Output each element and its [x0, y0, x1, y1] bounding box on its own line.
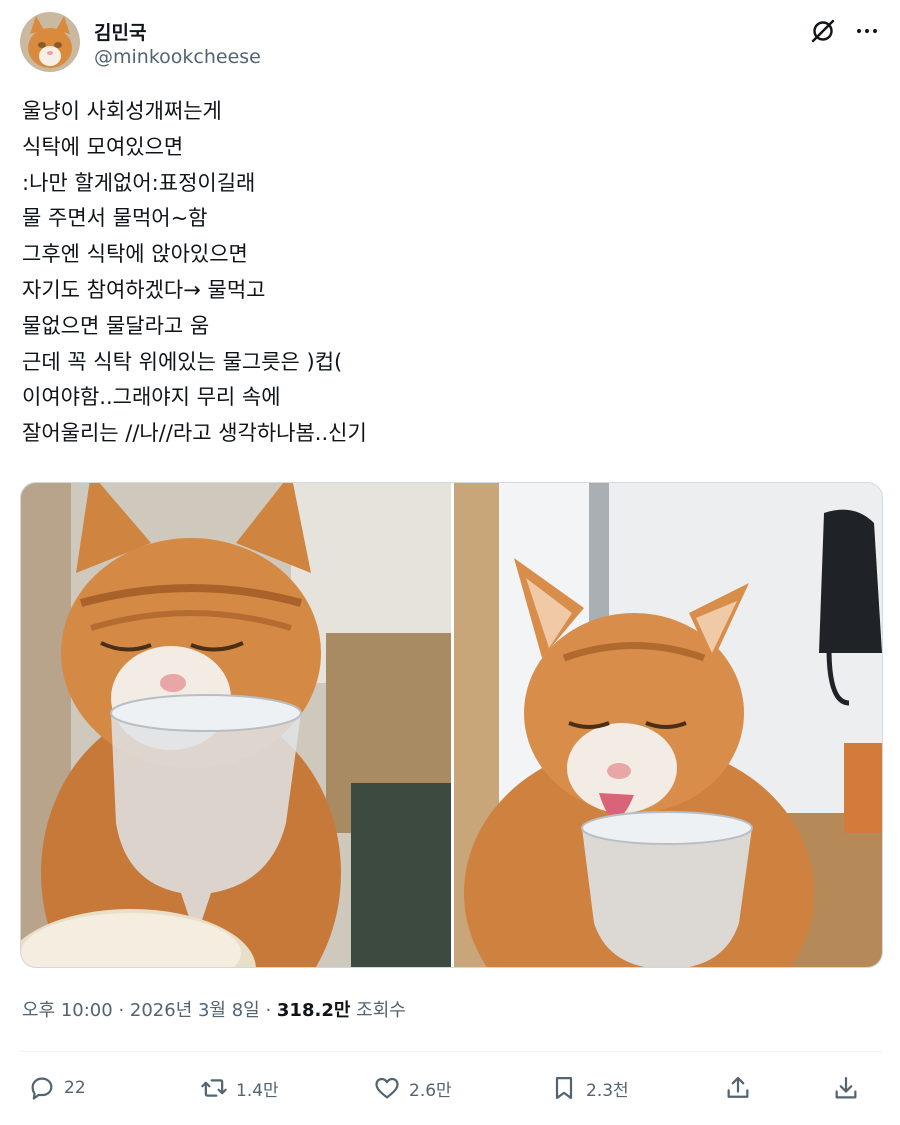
tweet-header: 김민국 @minkookcheese: [20, 10, 882, 74]
tweet-line: 울냥이 사회성개쩌는게: [22, 99, 222, 123]
bookmark-button[interactable]: 2.3천: [550, 1066, 629, 1110]
cat-avatar-icon: [20, 12, 80, 72]
meta-separator: ·: [112, 1000, 130, 1021]
share-button[interactable]: [724, 1066, 752, 1110]
meta-separator: ·: [259, 1000, 277, 1021]
tweet-date[interactable]: 2026년 3월 8일: [130, 1000, 260, 1021]
tweet-line: 근데 꼭 식탁 위에있는 물그릇은 )컵(: [22, 349, 343, 374]
tweet-line: 그후엔 식탁에 앉아있으면: [22, 242, 248, 267]
grok-button[interactable]: [808, 16, 838, 46]
download-icon: [835, 1076, 857, 1099]
tweet-line: :나만 할게없어:표정이길래: [22, 170, 256, 195]
cat-photo-image: [21, 483, 451, 967]
like-button[interactable]: 2.6만: [373, 1066, 452, 1110]
like-count: 2.6만: [409, 1080, 452, 1101]
avatar[interactable]: [20, 12, 80, 72]
cat-photo-image: [454, 483, 882, 967]
bookmark-count: 2.3천: [586, 1080, 629, 1101]
media-grid: [20, 482, 883, 968]
tweet-meta: 오후 10:00 · 2026년 3월 8일 · 318.2만 조회수: [22, 996, 406, 1022]
retweet-icon: [201, 1079, 227, 1097]
retweet-count: 1.4만: [236, 1080, 279, 1101]
tweet-line: 물없으면 물달라고 움: [22, 313, 210, 338]
tweet-line: 잘어울리는 //나//라고 생각하나봄..신기: [22, 421, 367, 446]
photo-cat-drinking[interactable]: [454, 483, 882, 967]
tweet-line: 자기도 참여하겠다→ 물먹고: [22, 277, 266, 302]
tweet-line: 물 주면서 물먹어~함: [22, 206, 208, 231]
reply-count: 22: [64, 1078, 86, 1098]
download-button[interactable]: [832, 1066, 860, 1110]
retweet-button[interactable]: 1.4만: [200, 1066, 279, 1110]
photo-cat-eyes-closed[interactable]: [21, 483, 451, 967]
grok-icon: [811, 19, 835, 43]
more-button[interactable]: [852, 16, 882, 46]
views-count: 318.2만: [276, 1000, 351, 1021]
reply-icon: [31, 1077, 53, 1100]
action-bar: 22 1.4만 2.6만 2.3천: [20, 1066, 882, 1110]
display-name[interactable]: 김민국: [94, 18, 146, 45]
reply-button[interactable]: 22: [28, 1066, 86, 1110]
more-icon: [857, 29, 877, 33]
divider: [20, 1051, 882, 1052]
heart-icon: [375, 1077, 399, 1099]
tweet-time[interactable]: 오후 10:00: [22, 1000, 113, 1021]
tweet-line: 식탁에 모여있으면: [22, 134, 184, 159]
user-handle[interactable]: @minkookcheese: [94, 46, 261, 68]
views-label: 조회수: [350, 1000, 406, 1021]
tweet-text: 울냥이 사회성개쩌는게 식탁에 모여있으면 :나만 할게없어:표정이길래 물 주…: [22, 94, 862, 452]
tweet-line: 이여야함..그래야지 무리 속에: [22, 385, 281, 410]
bookmark-icon: [555, 1076, 573, 1100]
share-icon: [727, 1076, 749, 1098]
